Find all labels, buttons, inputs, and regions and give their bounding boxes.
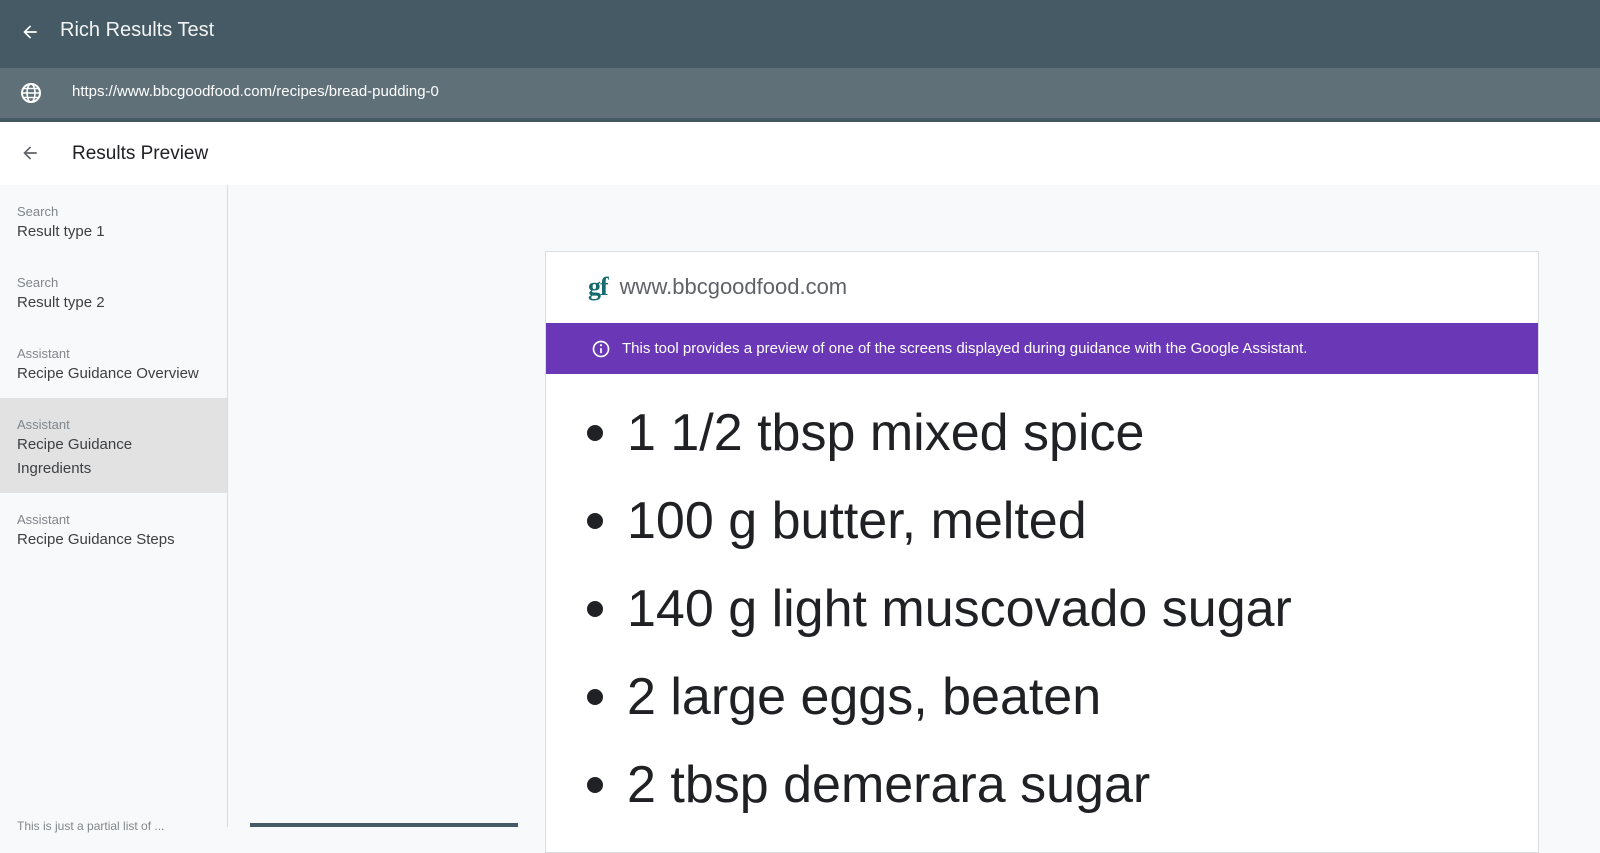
site-favicon: gf [588,272,609,301]
sidebar-item-label: Recipe Guidance Steps [17,531,175,548]
site-header: gf www.bbcgoodfood.com [588,272,847,302]
sidebar-item-recipe-guidance-ingredients[interactable]: Assistant Recipe Guidance Ingredients [0,398,227,493]
bullet [587,513,603,529]
bullet [587,601,603,617]
sidebar-footer-text: This is just a partial list of ... [17,819,165,833]
arrow-back-icon [23,146,37,160]
ingredient-list: 1 1/2 tbsp mixed spice 100 g butter, mel… [546,389,1292,829]
assistant-info-banner: This tool provides a preview of one of t… [546,323,1538,374]
sidebar-item-recipe-guidance-steps[interactable]: Assistant Recipe Guidance Steps [0,493,227,564]
ingredient-text: 2 large eggs, beaten [627,668,1102,726]
tested-url[interactable]: https://www.bbcgoodfood.com/recipes/brea… [72,83,439,100]
ingredient-text: 140 g light muscovado sugar [627,580,1292,638]
sidebar-item-category: Search [17,275,59,290]
assistant-preview-card: gf www.bbcgoodfood.com This tool provide… [545,251,1539,853]
page-title: Results Preview [72,143,209,164]
result-type-sidebar: Search Result type 1 Search Result type … [0,185,228,833]
back-button[interactable] [16,18,44,46]
sidebar-item-result-type-1[interactable]: Search Result type 1 [0,185,227,256]
sidebar-item-label: Result type 1 [17,223,105,240]
url-bar: https://www.bbcgoodfood.com/recipes/brea… [0,68,1600,122]
sidebar-item-category: Assistant [17,512,70,527]
bottom-toolbar-edge [250,823,518,827]
sidebar-item-label: Recipe Guidance Overview [17,365,199,382]
ingredient-item: 2 tbsp demerara sugar [546,741,1292,829]
banner-message: This tool provides a preview of one of t… [622,340,1308,357]
sidebar-item-recipe-guidance-overview[interactable]: Assistant Recipe Guidance Overview [0,327,227,398]
ingredient-item: 100 g butter, melted [546,477,1292,565]
site-domain: www.bbcgoodfood.com [619,274,848,299]
globe-icon [18,80,44,106]
ingredient-text: 1 1/2 tbsp mixed spice [627,404,1145,462]
ingredient-item: 1 1/2 tbsp mixed spice [546,389,1292,477]
sidebar-item-label: Recipe Guidance Ingredients [17,436,133,477]
bullet [587,689,603,705]
results-back-button[interactable] [16,139,44,167]
ingredient-text: 2 tbsp demerara sugar [627,756,1151,814]
app-header: Rich Results Test [0,0,1600,68]
ingredient-item: 2 large eggs, beaten [546,653,1292,741]
results-preview-header: Results Preview [0,122,1600,185]
ingredient-text: 100 g butter, melted [627,492,1087,550]
sidebar-item-result-type-2[interactable]: Search Result type 2 [0,256,227,327]
sidebar-item-category: Search [17,204,59,219]
bullet [587,777,603,793]
app-title: Rich Results Test [60,19,215,41]
info-icon [590,338,612,360]
sidebar-item-category: Assistant [17,346,70,361]
sidebar-item-category: Assistant [17,417,70,432]
bullet [587,425,603,441]
arrow-back-icon [23,25,37,39]
sidebar-item-label: Result type 2 [17,294,105,311]
ingredient-item: 140 g light muscovado sugar [546,565,1292,653]
